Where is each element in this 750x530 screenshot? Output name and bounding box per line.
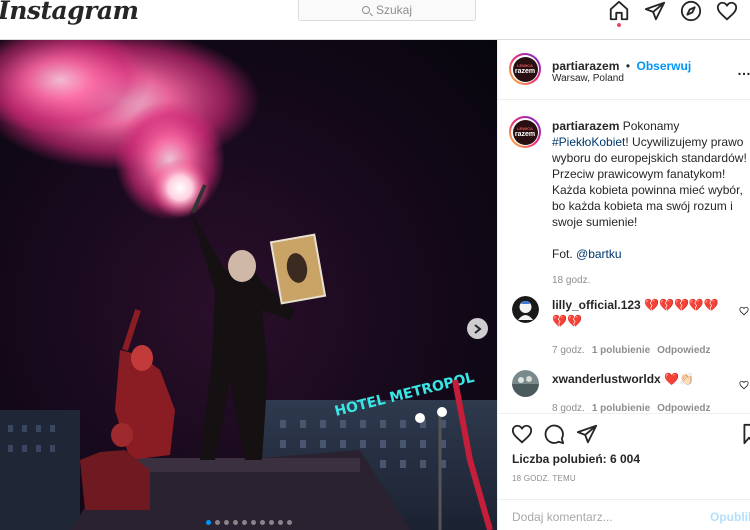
search-icon <box>361 6 370 14</box>
comment-icon[interactable] <box>543 423 565 450</box>
comment-username[interactable]: xwanderlustworldx <box>552 372 661 386</box>
caption-time[interactable]: 18 godz. <box>552 273 750 289</box>
instagram-page: Instagram Szukaj HOTEL METROPOL LEWICA r… <box>0 0 750 530</box>
comment-item: xwanderlustworldx ❤️👏🏻 8 godz. 1 polubie… <box>512 370 750 414</box>
carousel-dot <box>215 520 220 525</box>
comment-username[interactable]: lilly_official.123 <box>552 298 641 312</box>
caption-text-before: Pokonamy <box>622 119 680 133</box>
comment-meta: 7 godz. 1 polubienie Odpowiedz <box>552 343 737 359</box>
post-details-panel: LEWICA razem partiarazem • Obserwuj Wars… <box>497 40 750 530</box>
carousel-dot <box>233 520 238 525</box>
caption-credit: Fot. @bartku <box>552 246 750 262</box>
credit-mention[interactable]: @bartku <box>576 247 622 261</box>
author-username[interactable]: partiarazem <box>552 59 619 73</box>
post-timestamp[interactable]: 18 GODZ. TEMU <box>512 474 576 483</box>
credit-prefix: Fot. <box>552 247 577 261</box>
like-icon[interactable] <box>511 423 533 450</box>
comment-body: lilly_official.123 💔💔💔💔💔 💔💔 7 godz. 1 po… <box>552 297 737 359</box>
comment-avatar[interactable] <box>512 370 539 397</box>
instagram-logo[interactable]: Instagram <box>0 0 139 25</box>
carousel-next-button[interactable] <box>467 318 488 339</box>
post-location[interactable]: Warsaw, Poland <box>552 73 624 84</box>
protest-photo-illustration: HOTEL METROPOL <box>0 40 497 530</box>
caption-avatar[interactable]: LEWICA razem <box>509 116 541 148</box>
carousel-dot <box>260 520 265 525</box>
add-comment-input[interactable]: Dodaj komentarz... <box>512 510 613 524</box>
avatar-text-main: razem <box>514 67 536 75</box>
post-actions-section: Liczba polubień: 6 004 18 GODZ. TEMU Dod… <box>498 413 750 530</box>
author-avatar[interactable]: LEWICA razem <box>509 53 541 85</box>
more-options-icon[interactable]: … <box>737 62 750 78</box>
comment-likes[interactable]: 1 polubienie <box>592 343 650 359</box>
add-comment-bar: Dodaj komentarz... Opublikuj <box>498 499 750 530</box>
carousel-dot <box>287 520 292 525</box>
search-placeholder: Szukaj <box>375 3 413 17</box>
save-bookmark-icon[interactable] <box>742 423 750 450</box>
comment-like-icon[interactable] <box>739 377 749 395</box>
comment-body: xwanderlustworldx ❤️👏🏻 8 godz. 1 polubie… <box>552 371 737 417</box>
caption-text-after: ! Ucywilizujemy prawo wyboru do europejs… <box>552 135 747 229</box>
carousel-indicator <box>206 520 292 525</box>
comment-item: lilly_official.123 💔💔💔💔💔 💔💔 7 godz. 1 po… <box>512 296 750 356</box>
nav-icons <box>608 0 738 24</box>
comment-like-icon[interactable] <box>739 303 749 321</box>
carousel-dot <box>242 520 247 525</box>
post-caption: partiarazem Pokonamy #PiekłoKobiet! Ucyw… <box>552 118 750 289</box>
carousel-dot <box>224 520 229 525</box>
carousel-dot <box>251 520 256 525</box>
chevron-right-icon <box>474 323 482 334</box>
top-navigation-bar: Instagram Szukaj <box>0 0 750 40</box>
comment-reply-button[interactable]: Odpowiedz <box>657 343 710 359</box>
explore-icon[interactable] <box>680 0 702 24</box>
carousel-dot <box>269 520 274 525</box>
caption-hashtag[interactable]: #PiekłoKobiet <box>552 135 625 149</box>
comment-text: ❤️👏🏻 <box>664 372 694 386</box>
header-separator: • <box>625 59 631 73</box>
carousel-dot <box>278 520 283 525</box>
carousel-dot <box>206 520 211 525</box>
likes-count[interactable]: Liczba polubień: 6 004 <box>512 452 640 466</box>
post-header: LEWICA razem partiarazem • Obserwuj Wars… <box>498 40 750 100</box>
post-photo[interactable]: HOTEL METROPOL <box>0 40 497 530</box>
caption-username[interactable]: partiarazem <box>552 119 619 133</box>
comment-time[interactable]: 7 godz. <box>552 343 585 359</box>
share-icon[interactable] <box>576 423 598 450</box>
follow-button[interactable]: Obserwuj <box>636 59 691 73</box>
activity-icon[interactable] <box>716 0 738 24</box>
publish-button[interactable]: Opublikuj <box>710 510 750 524</box>
search-input[interactable]: Szukaj <box>298 0 476 21</box>
notification-dot <box>617 23 621 27</box>
home-icon[interactable] <box>608 0 630 24</box>
direct-icon[interactable] <box>644 0 666 24</box>
comment-avatar[interactable] <box>512 296 539 323</box>
caption-avatar-text-main: razem <box>514 130 536 138</box>
